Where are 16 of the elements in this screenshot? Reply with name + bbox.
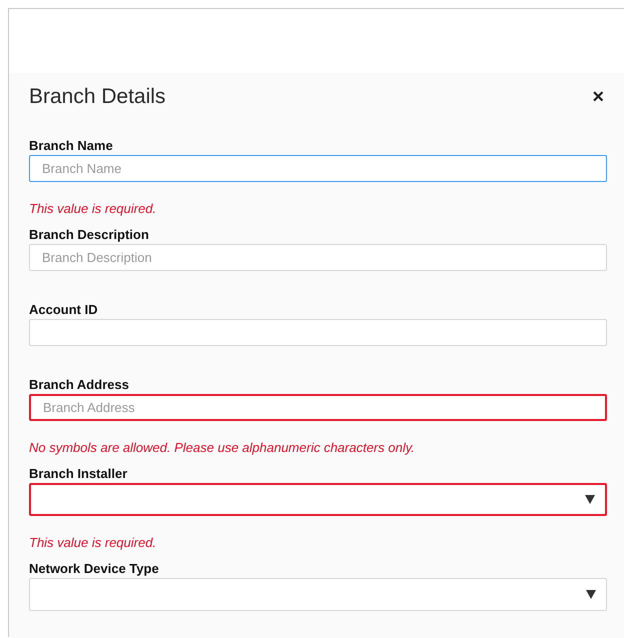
field-label: Branch Installer xyxy=(29,465,128,483)
error-message: No symbols are allowed. Please use alphanumeric characters only. xyxy=(29,439,416,457)
text-field[interactable]: Branch Address xyxy=(29,394,607,421)
caret-icon xyxy=(586,590,596,599)
close-button[interactable]: × xyxy=(588,87,608,107)
text-field[interactable]: Branch Name xyxy=(29,155,607,182)
error-message: This value is required. xyxy=(29,534,158,552)
field-label: Network Device Type xyxy=(29,560,160,578)
field-label: Branch Address xyxy=(29,376,130,394)
field-label: Account ID xyxy=(29,301,99,319)
field-label: Branch Name xyxy=(29,137,114,155)
dialog-title: Branch Details xyxy=(29,85,166,109)
caret-icon xyxy=(585,495,595,504)
dropdown-field[interactable] xyxy=(29,483,607,516)
field-label: Branch Description xyxy=(29,226,150,244)
error-message: This value is required. xyxy=(29,200,158,218)
